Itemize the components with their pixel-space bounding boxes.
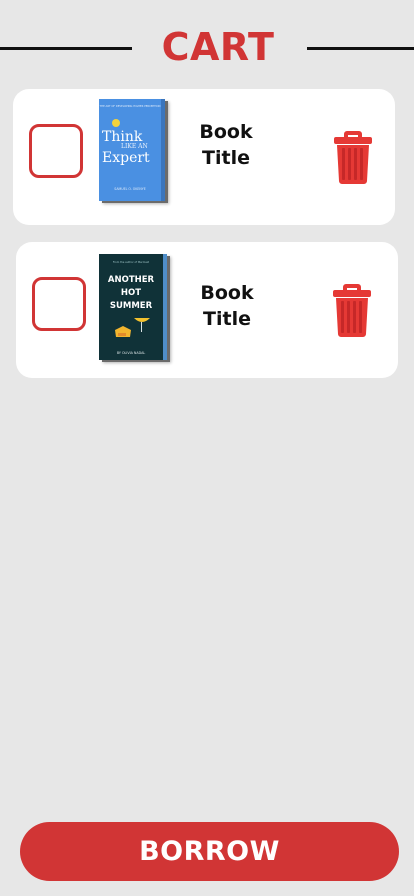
- cover-title-3: SUMMER: [110, 301, 153, 311]
- cart-item: From the author of Mermaid ANOTHER HOT S…: [16, 242, 398, 378]
- trash-icon[interactable]: [333, 129, 373, 185]
- book-title-line-1: Book: [199, 121, 253, 143]
- select-checkbox[interactable]: [32, 277, 86, 331]
- cover-title-2: HOT: [121, 288, 141, 298]
- cart-item: THE ART OF DEVELOPING HIGHER PERCEPTION …: [13, 89, 395, 225]
- select-checkbox[interactable]: [29, 124, 83, 178]
- cover-title-1: ANOTHER: [108, 275, 155, 285]
- book-title-line-1: Book: [200, 282, 254, 304]
- book-title: Book Title: [182, 280, 272, 332]
- page-title: CART: [161, 25, 275, 69]
- cover-title-2: LIKE AN: [121, 143, 148, 150]
- book-cover: THE ART OF DEVELOPING HIGHER PERCEPTION …: [99, 99, 165, 201]
- book-title: Book Title: [181, 119, 271, 171]
- cover-title-3: Expert: [102, 150, 150, 166]
- cover-top-text: From the author of Mermaid: [113, 260, 150, 264]
- cover-author: BY OLIVIA NADAL: [117, 351, 146, 355]
- book-title-line-2: Title: [203, 308, 251, 330]
- trash-icon[interactable]: [332, 282, 372, 338]
- cover-author: SAMUEL O. OKENYE: [114, 187, 146, 191]
- header-divider-right: [307, 47, 414, 50]
- book-cover: From the author of Mermaid ANOTHER HOT S…: [99, 254, 167, 360]
- borrow-button[interactable]: BORROW: [20, 822, 399, 881]
- header-divider-left: [0, 47, 132, 50]
- book-title-line-2: Title: [202, 147, 250, 169]
- cover-top-text: THE ART OF DEVELOPING HIGHER PERCEPTION: [100, 104, 161, 108]
